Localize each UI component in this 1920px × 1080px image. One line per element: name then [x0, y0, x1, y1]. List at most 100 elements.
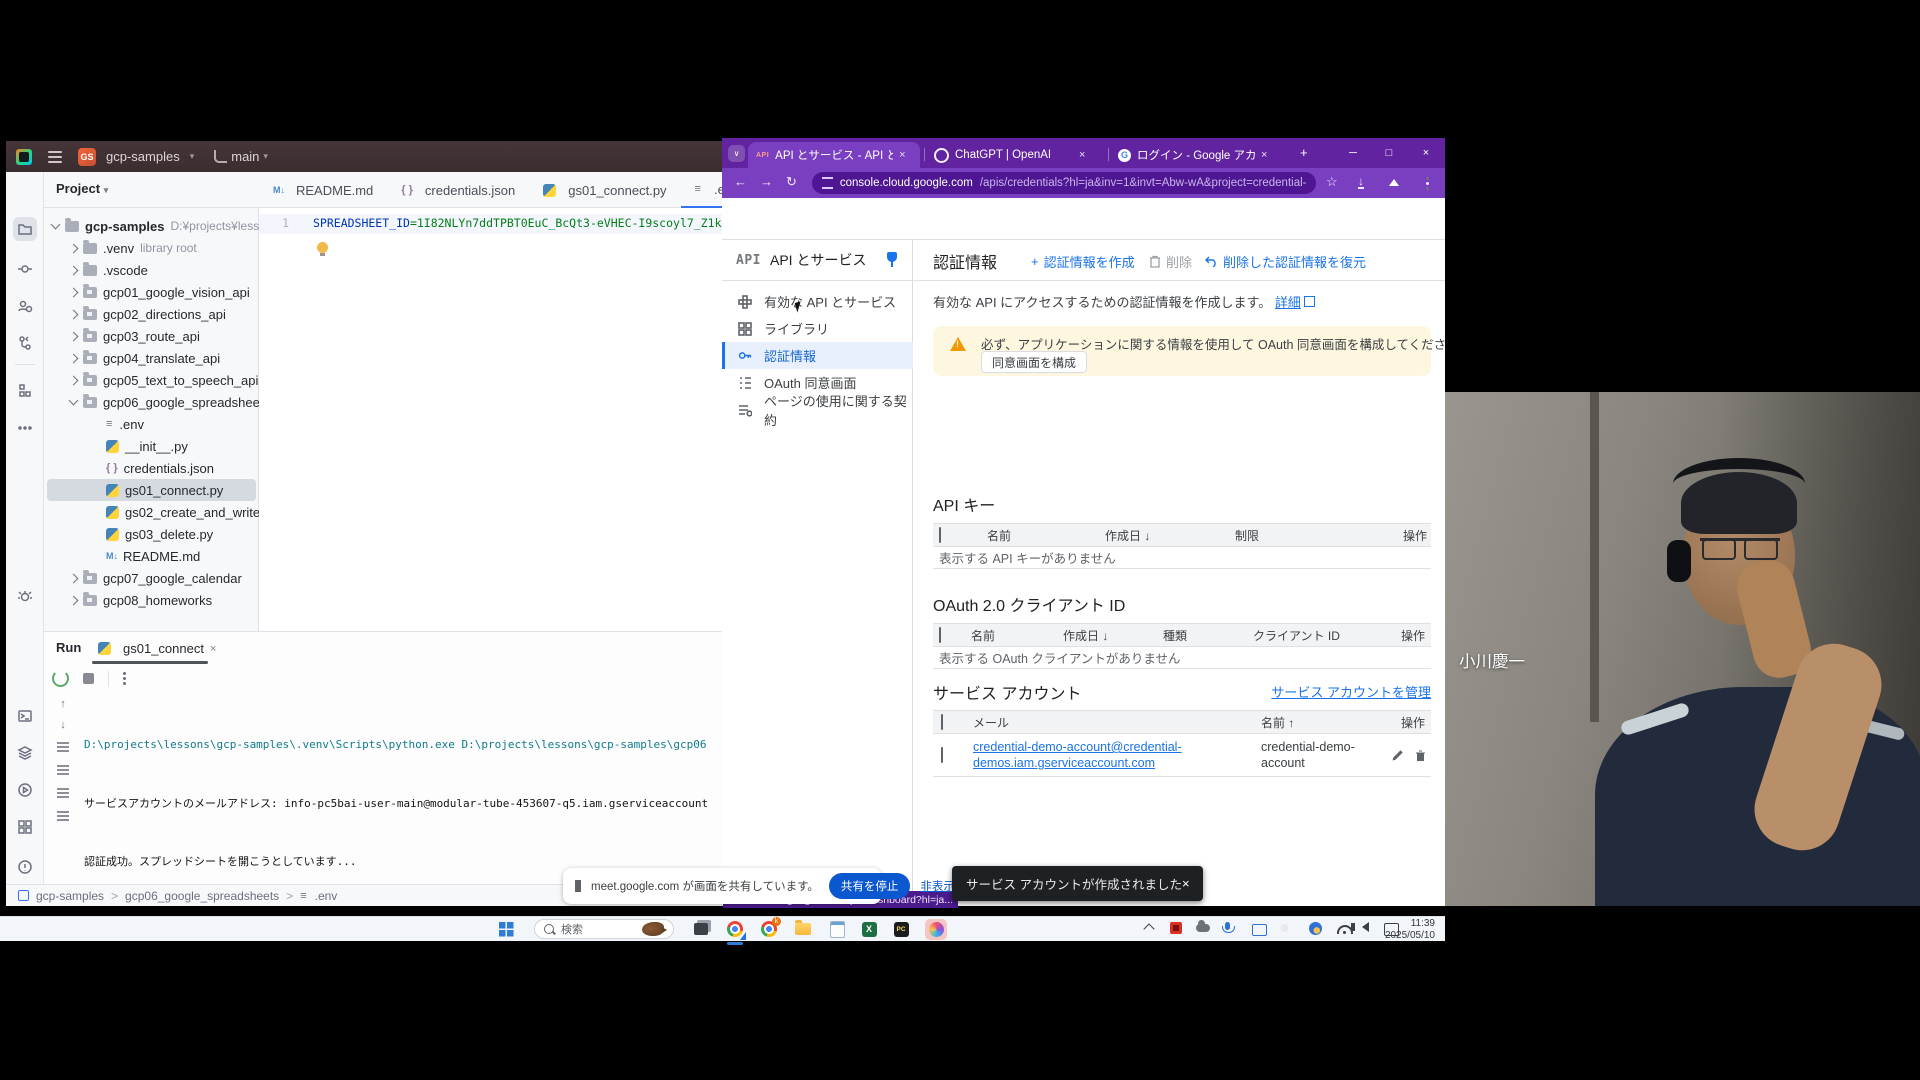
reload-icon[interactable]: ↻: [786, 174, 797, 190]
terminal-tool-icon[interactable]: [13, 704, 37, 728]
tree-item-selected[interactable]: gs01_connect.py: [47, 479, 256, 501]
column-header[interactable]: 名前 ↑: [1261, 714, 1373, 731]
start-button[interactable]: [497, 920, 515, 938]
problems-tool-icon[interactable]: [13, 855, 37, 879]
file-explorer-button[interactable]: [794, 920, 812, 938]
column-header[interactable]: 作成日 ↓: [1105, 527, 1235, 544]
volume-icon[interactable]: [1362, 922, 1369, 932]
scroll-down-icon[interactable]: ↓: [60, 719, 66, 731]
site-settings-icon[interactable]: [822, 177, 833, 189]
delete-button[interactable]: 削除: [1149, 252, 1192, 271]
minimize-window-icon[interactable]: ─: [1336, 138, 1370, 168]
close-tab-icon[interactable]: ×: [1079, 149, 1085, 161]
main-menu-icon[interactable]: [48, 156, 62, 158]
column-header[interactable]: 名前: [987, 527, 1105, 544]
excel-button[interactable]: X: [860, 920, 878, 938]
delete-trash-icon[interactable]: [1414, 749, 1427, 762]
editor-tab-readme[interactable]: M↓README.md: [259, 172, 387, 208]
close-tab-icon[interactable]: ×: [899, 149, 905, 161]
stop-sharing-button[interactable]: 共有を停止: [829, 873, 911, 899]
chrome-menu-icon[interactable]: [1426, 182, 1429, 185]
restore-credentials-button[interactable]: 削除した認証情報を復元: [1205, 252, 1366, 271]
tree-item[interactable]: gcp03_route_api: [44, 325, 259, 347]
browser-tab-active[interactable]: API API とサービス - API とサービス - c ×: [748, 142, 920, 168]
learn-more-link[interactable]: 詳細: [1275, 295, 1301, 310]
code-line[interactable]: SPREADSHEET_ID=1I82NLYn7ddTPBT0EuC_BcQt3…: [313, 216, 722, 230]
commit-tool-icon[interactable]: [13, 257, 37, 281]
tree-item[interactable]: gcp08_homeworks: [44, 589, 259, 611]
structure-tool-icon[interactable]: [13, 378, 37, 402]
bookmark-star-icon[interactable]: ☆: [1326, 174, 1338, 190]
tree-item[interactable]: M↓README.md: [44, 545, 259, 567]
task-view-button[interactable]: [692, 920, 710, 938]
row-checkbox[interactable]: [933, 748, 973, 762]
tree-item[interactable]: gcp05_text_to_speech_api: [44, 369, 259, 391]
nav-item-credentials[interactable]: 認証情報: [722, 342, 913, 369]
tree-item[interactable]: gcp04_translate_api: [44, 347, 259, 369]
edit-pencil-icon[interactable]: [1391, 749, 1404, 762]
project-name[interactable]: gcp-samples: [106, 149, 180, 164]
breadcrumb[interactable]: gcp-samples: [36, 889, 104, 903]
editor-tab-credentials[interactable]: { }credentials.json: [387, 172, 529, 208]
hide-link[interactable]: 非表示: [920, 878, 955, 894]
tab-search-icon[interactable]: ∨: [728, 145, 745, 162]
breadcrumb[interactable]: gcp06_google_spreadsheets: [125, 889, 279, 903]
tree-item[interactable]: .vscode: [44, 259, 259, 281]
maximize-window-icon[interactable]: □: [1372, 138, 1406, 168]
select-all-checkbox[interactable]: [933, 528, 963, 542]
services-tool-icon[interactable]: [13, 741, 37, 765]
chrome-taskbar-button-active[interactable]: [726, 920, 744, 938]
address-bar[interactable]: console.cloud.google.com/apis/credential…: [812, 172, 1316, 194]
manage-service-accounts-link[interactable]: サービス アカウントを管理: [1271, 682, 1431, 701]
configure-consent-button[interactable]: 同意画面を構成: [981, 351, 1087, 373]
column-header[interactable]: 名前: [971, 627, 1063, 644]
run-tool-icon[interactable]: [13, 778, 37, 802]
microphone-icon[interactable]: [1225, 922, 1230, 930]
scroll-to-end-icon[interactable]: [57, 769, 69, 771]
column-header[interactable]: 制限: [1235, 527, 1403, 544]
nav-item-library[interactable]: ライブラリ: [722, 315, 913, 342]
browser-tab[interactable]: G ログイン - Google アカウント ×: [1110, 142, 1286, 168]
taskbar-clock[interactable]: 11:39 2025/05/10: [1385, 918, 1435, 941]
project-panel-header[interactable]: Project ▾: [56, 181, 108, 196]
print-icon[interactable]: [57, 792, 69, 794]
tree-item[interactable]: .venvlibrary root: [44, 237, 259, 259]
tree-item[interactable]: gcp07_google_calendar: [44, 567, 259, 589]
forward-icon[interactable]: →: [760, 174, 773, 189]
select-all-checkbox[interactable]: [933, 715, 973, 729]
tree-item-root[interactable]: gcp-samplesD:¥projects¥lessons: [44, 215, 259, 237]
service-account-email[interactable]: credential-demo-account@credential- demo…: [973, 739, 1261, 771]
nav-item-usage-agreements[interactable]: ページの使用に関する契約: [722, 396, 913, 423]
column-header[interactable]: 種類: [1163, 627, 1253, 644]
more-tools-icon[interactable]: [13, 416, 37, 440]
tree-item[interactable]: { }credentials.json: [44, 457, 259, 479]
notepad-button[interactable]: [828, 920, 846, 938]
packages-tool-icon[interactable]: [13, 815, 37, 839]
onedrive-icon[interactable]: [1196, 920, 1210, 932]
project-tool-icon[interactable]: [13, 217, 37, 241]
editor-pane[interactable]: 1 SPREADSHEET_ID=1I82NLYn7ddTPBT0EuC_BcQ…: [259, 208, 722, 631]
tray-recording-icon[interactable]: [1170, 922, 1182, 934]
chrome-taskbar-button[interactable]: k: [760, 920, 778, 938]
tray-app-sphere-icon[interactable]: [1309, 922, 1322, 935]
close-window-icon[interactable]: ×: [1409, 138, 1443, 168]
taskbar-search[interactable]: 検索: [534, 919, 674, 939]
tree-item[interactable]: gs02_create_and_write.py: [44, 501, 259, 523]
stop-icon[interactable]: [83, 673, 94, 684]
tree-item[interactable]: gcp01_google_vision_api: [44, 281, 259, 303]
debug-tool-icon[interactable]: [13, 584, 37, 608]
back-icon[interactable]: ←: [734, 174, 747, 189]
more-options-icon[interactable]: [123, 677, 126, 680]
close-run-tab-icon[interactable]: ×: [210, 643, 216, 655]
editor-tab-gs01[interactable]: gs01_connect.py: [529, 172, 680, 208]
rerun-icon[interactable]: [52, 670, 69, 687]
tree-item[interactable]: ≡.env: [44, 413, 259, 435]
tree-item[interactable]: gs03_delete.py: [44, 523, 259, 545]
tray-expand-icon[interactable]: [1145, 922, 1153, 933]
browser-tab[interactable]: ChatGPT | OpenAI ×: [926, 142, 1102, 168]
collab-tool-icon[interactable]: [13, 294, 37, 318]
clear-all-icon[interactable]: [57, 815, 69, 817]
close-toast-icon[interactable]: ×: [1182, 876, 1190, 891]
intention-bulb-icon[interactable]: [317, 242, 328, 253]
column-header[interactable]: 作成日 ↓: [1063, 627, 1163, 644]
